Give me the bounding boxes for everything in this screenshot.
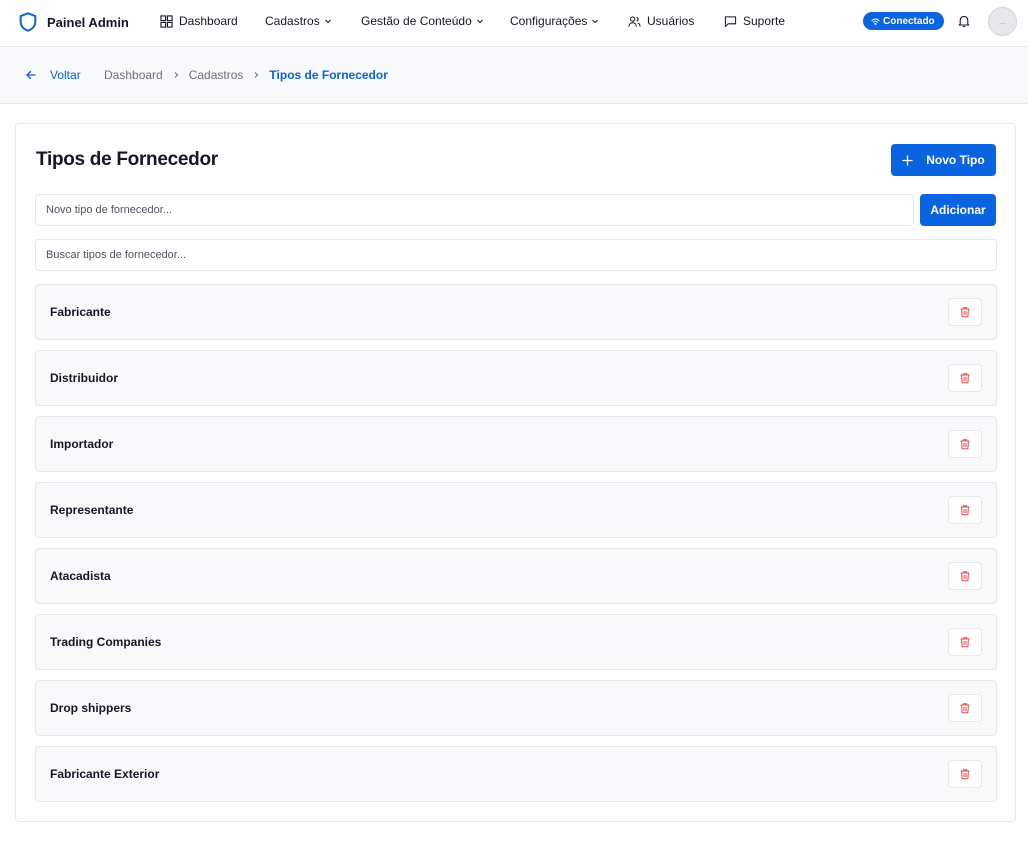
trash-icon	[960, 571, 970, 582]
supplier-types-card: Tipos de Fornecedor Novo Tipo Adicionar …	[15, 123, 1016, 822]
new-type-button-label: Novo Tipo	[926, 153, 985, 167]
search-input[interactable]	[35, 239, 997, 271]
list-item: Fabricante	[35, 284, 997, 340]
type-name: Drop shippers	[50, 701, 132, 715]
breadcrumb-bar: Voltar Dashboard Cadastros Tipos de Forn…	[0, 47, 1028, 104]
list-item: Importador	[35, 416, 997, 472]
list-item: Drop shippers	[35, 680, 997, 736]
chevron-down-icon	[324, 19, 331, 24]
nav-gestao[interactable]: Gestão de Conteúdo	[361, 14, 484, 28]
new-type-input[interactable]	[35, 194, 914, 226]
delete-button[interactable]	[948, 430, 982, 458]
shield-icon	[19, 12, 37, 32]
nav-suporte[interactable]: Suporte	[724, 14, 785, 28]
type-name: Distribuidor	[50, 371, 118, 385]
avatar-placeholder-icon	[999, 20, 1006, 24]
list-item: Trading Companies	[35, 614, 997, 670]
type-name: Importador	[50, 437, 114, 451]
chevron-down-icon	[476, 19, 483, 24]
status-badge: Conectado	[863, 12, 944, 30]
chevron-down-icon	[592, 19, 599, 24]
delete-button[interactable]	[948, 760, 982, 788]
delete-button[interactable]	[948, 628, 982, 656]
type-name: Fabricante Exterior	[50, 767, 160, 781]
wifi-icon	[871, 18, 880, 25]
breadcrumb-current: Tipos de Fornecedor	[269, 68, 388, 82]
list-item: Fabricante Exterior	[35, 746, 997, 802]
trash-icon	[960, 307, 970, 318]
add-button[interactable]: Adicionar	[920, 194, 996, 226]
nav-configuracoes-label: Configurações	[510, 14, 588, 28]
message-square-icon	[724, 15, 737, 27]
trash-icon	[960, 637, 970, 648]
brand-name: Painel Admin	[47, 14, 129, 30]
delete-button[interactable]	[948, 694, 982, 722]
breadcrumb-cadastros[interactable]: Cadastros	[189, 68, 244, 82]
plus-icon	[902, 154, 913, 166]
delete-button[interactable]	[948, 298, 982, 326]
trash-icon	[960, 505, 970, 516]
nav-dashboard[interactable]: Dashboard	[160, 14, 238, 28]
trash-icon	[960, 703, 970, 714]
trash-icon	[960, 769, 970, 780]
type-name: Representante	[50, 503, 134, 517]
list-item: Atacadista	[35, 548, 997, 604]
list-item: Distribuidor	[35, 350, 997, 406]
type-name: Atacadista	[50, 569, 111, 583]
brand[interactable]: Painel Admin	[17, 10, 129, 34]
nav-cadastros-label: Cadastros	[265, 14, 320, 28]
arrow-left-icon	[26, 70, 36, 80]
new-type-button[interactable]: Novo Tipo	[891, 144, 996, 176]
nav-usuarios[interactable]: Usuários	[628, 14, 694, 28]
add-button-label: Adicionar	[930, 203, 986, 217]
avatar[interactable]	[988, 7, 1017, 36]
nav-usuarios-label: Usuários	[647, 14, 695, 28]
list-item: Representante	[35, 482, 997, 538]
chevron-right-icon	[255, 72, 259, 78]
nav-gestao-label: Gestão de Conteúdo	[361, 14, 472, 28]
nav-configuracoes[interactable]: Configurações	[510, 14, 599, 28]
back-button[interactable]: Voltar	[25, 68, 81, 82]
delete-button[interactable]	[948, 496, 982, 524]
delete-button[interactable]	[948, 562, 982, 590]
breadcrumb-dashboard[interactable]: Dashboard	[104, 68, 163, 82]
breadcrumb: Dashboard Cadastros Tipos de Fornecedor	[104, 68, 388, 82]
type-name: Fabricante	[50, 305, 111, 319]
nav-suporte-label: Suporte	[743, 14, 786, 28]
users-icon	[628, 16, 641, 27]
top-navbar: Painel Admin Dashboard Cadastros Gestão …	[0, 0, 1028, 47]
dashboard-icon	[160, 14, 173, 28]
chevron-right-icon	[174, 72, 178, 78]
nav-dashboard-label: Dashboard	[179, 14, 238, 28]
delete-button[interactable]	[948, 364, 982, 392]
trash-icon	[960, 439, 970, 450]
trash-icon	[960, 373, 970, 384]
type-name: Trading Companies	[50, 635, 162, 649]
nav-cadastros[interactable]: Cadastros	[265, 14, 332, 28]
status-label: Conectado	[883, 15, 935, 27]
page-title: Tipos de Fornecedor	[36, 149, 218, 170]
bell-icon[interactable]	[957, 14, 971, 28]
back-label: Voltar	[50, 68, 81, 82]
